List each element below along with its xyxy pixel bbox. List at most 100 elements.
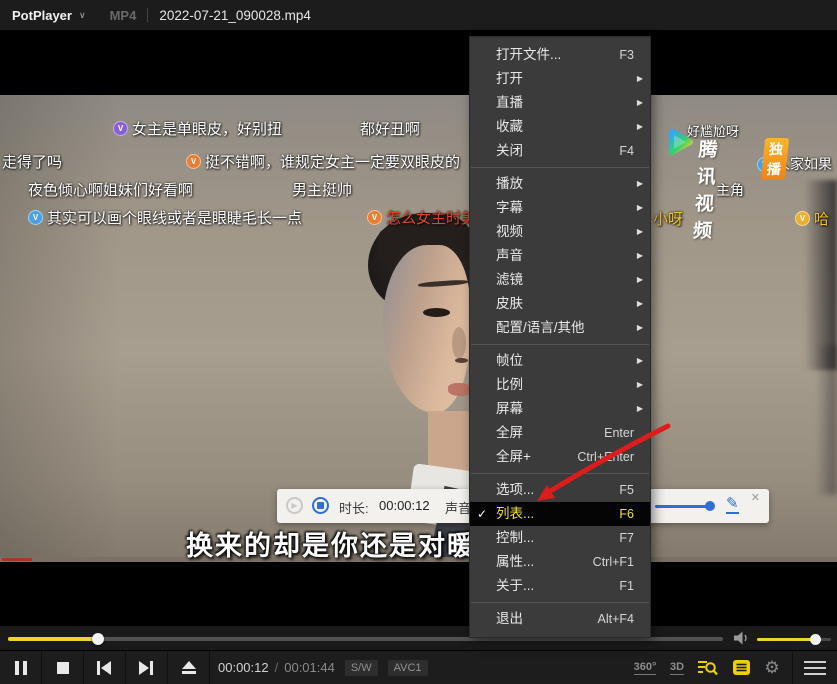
overlay-play-icon[interactable]: ▶ [286, 497, 303, 514]
menu-item-label: 全屏+ [496, 445, 531, 469]
volume-slider-fill [757, 638, 816, 641]
menu-item-label: 关于... [496, 574, 534, 598]
menu-separator [471, 344, 649, 345]
submenu-arrow-icon: ▶ [637, 172, 643, 196]
submenu-arrow-icon: ▶ [637, 268, 643, 292]
menu-item-shortcut: Alt+F4 [598, 607, 634, 631]
menu-item-label: 关闭 [496, 139, 523, 163]
menu-item-shortcut: Enter [604, 421, 634, 445]
overlay-stop-icon[interactable] [312, 497, 329, 514]
menu-item-properties[interactable]: 属性...Ctrl+F1 [470, 550, 650, 574]
menu-item-open[interactable]: 打开▶ [470, 67, 650, 91]
menu-item-label: 配置/语言/其他 [496, 316, 585, 340]
stop-button[interactable] [42, 651, 84, 684]
pause-button[interactable] [0, 651, 42, 684]
decoder-badge: S/W [345, 660, 378, 676]
mode-3d-button[interactable]: 3D [663, 651, 691, 684]
chevron-down-icon[interactable]: ∨ [79, 10, 86, 21]
next-button[interactable] [126, 651, 168, 684]
menu-item-screen[interactable]: 屏幕▶ [470, 397, 650, 421]
menu-item-label: 视频 [496, 220, 523, 244]
menu-item-fullscreen-plus[interactable]: 全屏+Ctrl+Enter [470, 445, 650, 469]
menu-item-label: 字幕 [496, 196, 523, 220]
rotate-360-icon: 360° [634, 661, 657, 675]
menu-item-subtitles[interactable]: 字幕 ▶ [470, 196, 650, 220]
submenu-arrow-icon: ▶ [637, 220, 643, 244]
menu-item-close[interactable]: 关闭 F4 [470, 139, 650, 163]
menu-item-shortcut: F3 [619, 43, 634, 67]
search-playlist-button[interactable] [692, 651, 722, 684]
menu-item-skins[interactable]: 皮肤▶ [470, 292, 650, 316]
duration-label: 时长: [339, 498, 369, 517]
menu-item-favorites[interactable]: 收藏▶ [470, 115, 650, 139]
menu-item-shortcut: F5 [619, 478, 634, 502]
menu-item-aspect-ratio[interactable]: 比例▶ [470, 373, 650, 397]
previous-button[interactable] [84, 651, 126, 684]
menu-separator [471, 167, 649, 168]
pencil-icon[interactable]: ✎ [726, 495, 739, 514]
seek-bar-progress [8, 637, 98, 641]
menu-item-label: 比例 [496, 373, 523, 397]
menu-item-label: 收藏 [496, 115, 523, 139]
menu-item-config-language-others[interactable]: 配置/语言/其他 ▶ [470, 316, 650, 340]
time-separator: / [275, 660, 279, 675]
menu-item-options[interactable]: 选项... F5 [470, 478, 650, 502]
menu-separator [471, 602, 649, 603]
menu-button[interactable] [798, 651, 832, 684]
menu-item-fullscreen[interactable]: 全屏 Enter [470, 421, 650, 445]
menu-item-label: 滤镜 [496, 268, 523, 292]
context-menu: 打开文件...F3打开▶直播▶收藏▶关闭F4播放▶字幕▶视频▶声音▶滤镜▶皮肤▶… [470, 37, 650, 637]
menu-item-label: 打开 [496, 67, 523, 91]
close-icon[interactable]: ✕ [751, 491, 760, 504]
playlist-button[interactable] [726, 651, 756, 684]
seek-bar-track[interactable] [8, 637, 723, 641]
volume-slider-thumb[interactable] [810, 634, 821, 645]
menu-item-playlist[interactable]: ✓列表...F6 [470, 502, 650, 526]
stop-icon [57, 662, 69, 674]
time-display: 00:00:12 / 00:01:44 S/W AVC1 [218, 651, 428, 684]
search-list-icon [697, 659, 718, 676]
title-bar: PotPlayer ∨ MP4 2022-07-21_090028.mp4 [0, 0, 837, 30]
seek-bar-thumb[interactable] [92, 633, 104, 645]
menu-item-live-broadcast[interactable]: 直播▶ [470, 91, 650, 115]
menu-item-label: 选项... [496, 478, 534, 502]
actor-nose [452, 327, 466, 359]
next-icon [139, 661, 154, 675]
right-edge-shadow-lower [816, 345, 837, 495]
control-bar: 00:00:12 / 00:01:44 S/W AVC1 360° 3D [0, 650, 837, 684]
menu-item-exit[interactable]: 退出Alt+F4 [470, 607, 650, 631]
menu-item-open-file[interactable]: 打开文件... F3 [470, 43, 650, 67]
menu-item-frame[interactable]: 帧位▶ [470, 349, 650, 373]
settings-button[interactable]: ⚙ [756, 651, 788, 684]
total-time: 00:01:44 [284, 660, 335, 675]
duration-value: 00:00:12 [379, 498, 430, 513]
menu-item-filters[interactable]: 滤镜 ▶ [470, 268, 650, 292]
speaker-icon[interactable] [734, 631, 752, 645]
overlay-volume-thumb[interactable] [705, 501, 715, 511]
menu-item-shortcut: F4 [619, 139, 634, 163]
menu-item-label: 打开文件... [496, 43, 561, 67]
rotate-360-button[interactable]: 360° [628, 651, 662, 684]
menu-item-shortcut: Ctrl+F1 [593, 550, 634, 574]
menu-item-audio[interactable]: 声音▶ [470, 244, 650, 268]
gear-icon: ⚙ [764, 658, 779, 678]
menu-item-label: 控制... [496, 526, 534, 550]
mode-3d-icon: 3D [670, 661, 684, 675]
hamburger-icon [804, 661, 826, 675]
menu-item-video[interactable]: 视频 ▶ [470, 220, 650, 244]
eject-button[interactable] [168, 651, 210, 684]
app-menu-button[interactable]: PotPlayer [12, 8, 72, 23]
previous-icon [97, 661, 112, 675]
submenu-arrow-icon: ▶ [637, 316, 643, 340]
menu-item-label: 全屏 [496, 421, 523, 445]
menu-item-control[interactable]: 控制... F7 [470, 526, 650, 550]
menu-item-shortcut: F7 [619, 526, 634, 550]
submenu-arrow-icon: ▶ [637, 244, 643, 268]
menu-item-label: 屏幕 [496, 397, 523, 421]
actor-nostril [455, 358, 468, 363]
menu-item-about[interactable]: 关于...F1 [470, 574, 650, 598]
actor-eye [423, 308, 450, 317]
submenu-arrow-icon: ▶ [637, 196, 643, 220]
overlay-volume-slider[interactable] [655, 505, 707, 508]
menu-item-playback[interactable]: 播放▶ [470, 172, 650, 196]
